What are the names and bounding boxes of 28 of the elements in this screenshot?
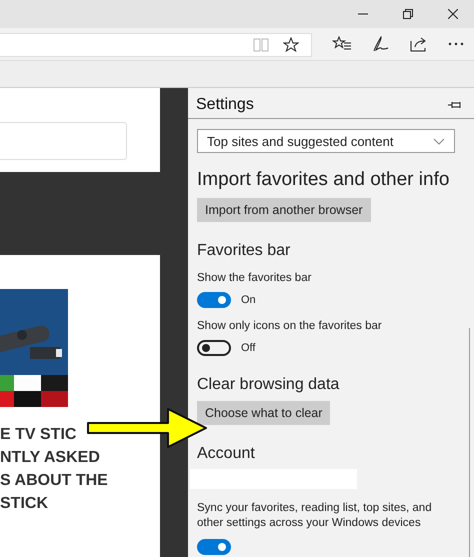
search-field[interactable] (0, 122, 127, 160)
toggle-switch[interactable] (197, 539, 231, 555)
dropdown[interactable]: Top sites and suggested content (197, 129, 455, 153)
panel-title: Settings (196, 96, 254, 114)
toggle-label: Off (241, 342, 256, 354)
chevron-icon (433, 138, 445, 144)
toggle-label: On (241, 294, 256, 306)
action-button[interactable]: Import from another browser (197, 198, 371, 222)
section-heading: Clear browsing data (197, 376, 340, 394)
close-icon[interactable] (448, 9, 458, 19)
toggle-switch[interactable] (197, 292, 231, 308)
section-heading: Account (197, 445, 255, 463)
restore-icon[interactable] (403, 9, 413, 19)
pen-icon[interactable] (372, 36, 390, 52)
star-icon[interactable] (283, 37, 299, 53)
action-button[interactable]: Choose what to clear (197, 401, 330, 425)
setting-description: Sync your favorites, reading list, top sites, and other settings across your Windows devices (197, 501, 433, 531)
section-heading: Import favorites and other info (197, 169, 450, 191)
pin-icon[interactable] (448, 100, 462, 110)
setting-label: Show only icons on the favorites bar (197, 320, 382, 332)
article-heading: E TV STIC NTLY ASKED S ABOUT THE STICK (0, 425, 108, 514)
section-heading: Favorites bar (197, 242, 290, 260)
toggle-switch[interactable] (197, 340, 231, 356)
setting-label: Show the favorites bar (197, 272, 312, 284)
more-icon[interactable] (448, 42, 464, 46)
address-field[interactable] (0, 33, 312, 57)
favorites-list-icon[interactable] (332, 36, 352, 52)
share-icon[interactable] (410, 36, 428, 52)
